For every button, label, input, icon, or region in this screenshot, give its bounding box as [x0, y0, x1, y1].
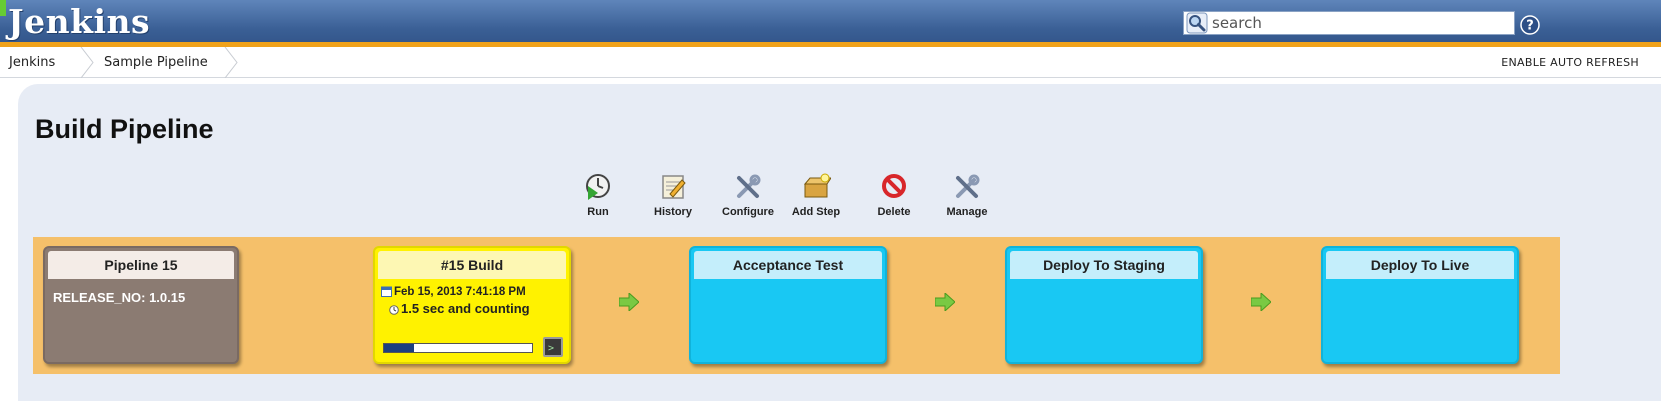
run-label: Run: [587, 206, 609, 218]
jenkins-logo[interactable]: Jenkins: [8, 2, 150, 41]
build-title[interactable]: #15 Build: [378, 251, 566, 279]
manage-icon: [956, 174, 980, 198]
stage-title[interactable]: Deploy To Staging: [1010, 251, 1198, 279]
revision-title: Pipeline 15: [48, 251, 234, 279]
svg-text:?: ?: [1526, 19, 1534, 34]
build-progress-fill: [384, 344, 414, 352]
console-button[interactable]: >: [543, 337, 563, 357]
breadcrumb-separator: [224, 47, 238, 78]
add-step-label: Add Step: [791, 206, 841, 218]
configure-icon: [737, 174, 761, 198]
delete-icon: [882, 174, 906, 198]
manage-button[interactable]: Manage: [937, 172, 997, 224]
run-button[interactable]: Run: [568, 172, 628, 224]
delete-button[interactable]: Delete: [864, 172, 924, 224]
arrow-right-icon: [619, 293, 639, 311]
breadcrumb-item-sample-pipeline[interactable]: Sample Pipeline: [104, 47, 208, 78]
history-button[interactable]: History: [643, 172, 703, 224]
breadcrumb: Jenkins Sample Pipeline ENABLE AUTO REFR…: [0, 47, 1661, 78]
arrow-right-icon: [935, 293, 955, 311]
revision-param: RELEASE_NO: 1.0.15: [53, 290, 186, 305]
enable-auto-refresh-link[interactable]: ENABLE AUTO REFRESH: [1501, 47, 1639, 78]
history-icon: [662, 175, 686, 199]
help-icon[interactable]: ?: [1520, 15, 1540, 35]
build-duration: 1.5 sec and counting: [401, 301, 530, 316]
configure-label: Configure: [722, 206, 774, 218]
build-date-row: Feb 15, 2013 7:41:18 PM: [381, 286, 526, 298]
stage-card-deploy-to-live[interactable]: Deploy To Live: [1321, 246, 1519, 364]
build-card[interactable]: #15 Build Feb 15, 2013 7:41:18 PM 1.5 se…: [373, 246, 571, 364]
pipeline-revision-card: Pipeline 15 RELEASE_NO: 1.0.15: [43, 246, 239, 364]
configure-button[interactable]: Configure: [718, 172, 778, 224]
add-step-icon: [803, 173, 831, 198]
stage-card-acceptance-test[interactable]: Acceptance Test: [689, 246, 887, 364]
console-icon: >: [548, 343, 554, 354]
manage-label: Manage: [946, 206, 988, 218]
search-box[interactable]: [1183, 11, 1515, 35]
search-input[interactable]: [1208, 13, 1498, 33]
stage-card-deploy-to-staging[interactable]: Deploy To Staging: [1005, 246, 1203, 364]
run-icon: [586, 174, 610, 200]
search-icon: [1186, 12, 1208, 34]
history-label: History: [654, 206, 692, 218]
delete-label: Delete: [877, 206, 911, 218]
arrow-right-icon: [1251, 293, 1271, 311]
calendar-icon: [381, 286, 392, 297]
build-duration-row: 1.5 sec and counting: [389, 301, 530, 316]
page-title: Build Pipeline: [35, 114, 214, 144]
build-date: Feb 15, 2013 7:41:18 PM: [394, 286, 526, 298]
breadcrumb-item-jenkins[interactable]: Jenkins: [9, 47, 55, 78]
breadcrumb-separator: [80, 47, 94, 78]
add-step-button[interactable]: Add Step: [786, 172, 846, 224]
build-progress-bar: [383, 343, 533, 353]
corner-mark: [0, 0, 6, 16]
svg-text:>: >: [548, 343, 554, 354]
clock-icon: [389, 305, 399, 315]
stage-title[interactable]: Deploy To Live: [1326, 251, 1514, 279]
stage-title[interactable]: Acceptance Test: [694, 251, 882, 279]
